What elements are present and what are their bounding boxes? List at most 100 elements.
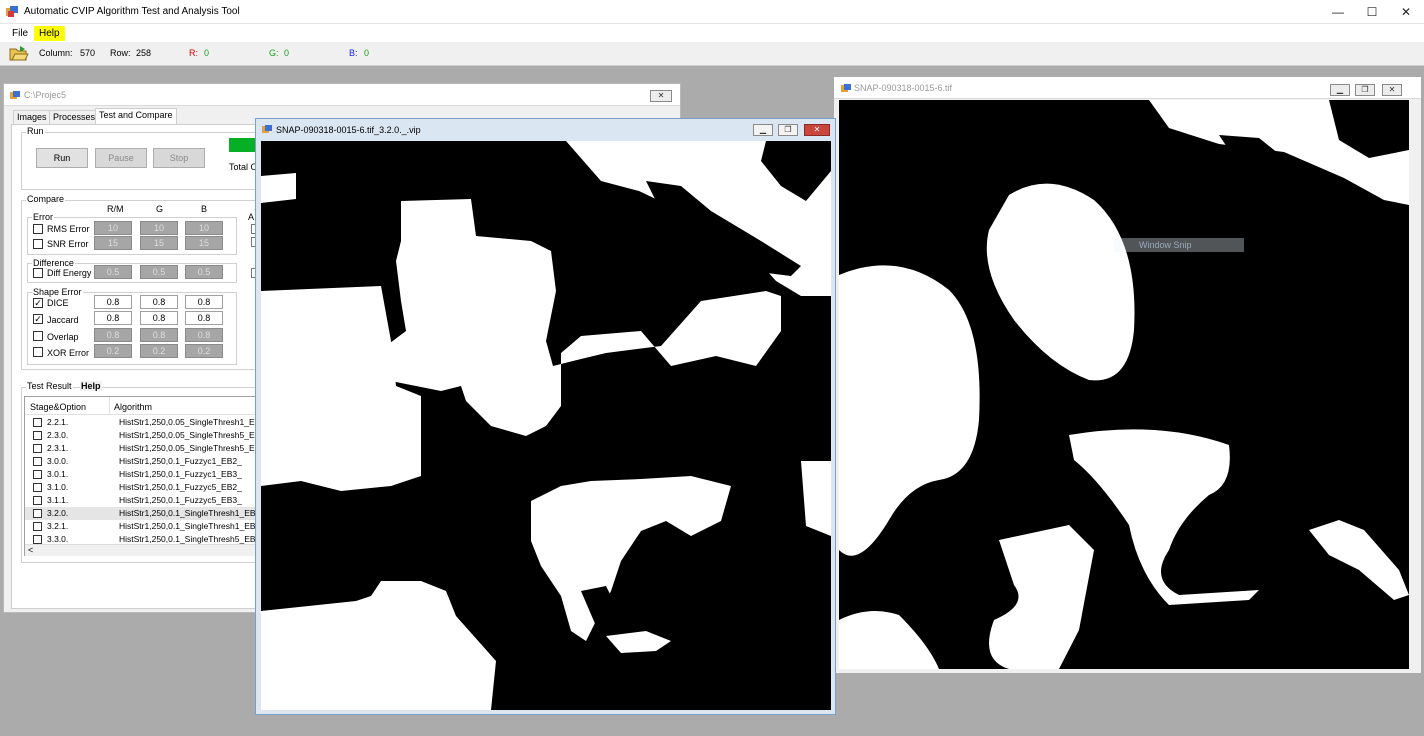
row-checkbox[interactable]	[33, 535, 42, 544]
jaccard-b-field[interactable]: 0.8	[185, 311, 223, 325]
row-stage: 3.2.1.	[47, 521, 69, 531]
table-row[interactable]: 3.1.1. HistStr1,250,0.1_Fuzzyc5_EB3_	[25, 494, 260, 507]
overlap-b-field[interactable]: 0.8	[185, 328, 223, 342]
xor-g-field[interactable]: 0.2	[140, 344, 178, 358]
row-checkbox[interactable]	[33, 457, 42, 466]
row-checkbox[interactable]	[33, 431, 42, 440]
rms-g-field[interactable]: 10	[140, 221, 178, 235]
header-divider	[109, 397, 110, 415]
jaccard-checkbox[interactable]: ✓	[33, 314, 43, 324]
menu-help[interactable]: Help	[34, 26, 65, 41]
table-row[interactable]: 3.2.1. HistStr1,250,0.1_SingleThresh1_EB3…	[25, 520, 265, 533]
row-checkbox[interactable]	[33, 418, 42, 427]
diff-checkbox[interactable]	[33, 268, 43, 278]
test-result-help[interactable]: Help	[80, 381, 102, 391]
col-header-rm: R/M	[107, 204, 124, 214]
overlap-checkbox[interactable]	[33, 331, 43, 341]
tif-close-button[interactable]: ✕	[1382, 84, 1402, 96]
snr-r-field[interactable]: 15	[94, 236, 132, 250]
b-value: 0	[364, 48, 370, 58]
snr-label: SNR Error	[47, 239, 89, 249]
diff-r-field[interactable]: 0.5	[94, 265, 132, 279]
table-row[interactable]: 3.2.0. HistStr1,250,0.1_SingleThresh1_EB2	[25, 507, 260, 520]
tab-images[interactable]: Images	[13, 110, 51, 124]
table-header: Stage&Option Algorithm	[25, 397, 265, 415]
open-folder-icon[interactable]	[9, 45, 29, 62]
toolbar: Column: 570 Row: 258 R: 0 G: 0 B: 0	[0, 42, 1424, 66]
rms-checkbox[interactable]	[33, 224, 43, 234]
row-checkbox[interactable]	[33, 509, 42, 518]
vip-close-button[interactable]: ✕	[804, 124, 830, 136]
jaccard-r-field[interactable]: 0.8	[94, 311, 132, 325]
snr-g-field[interactable]: 15	[140, 236, 178, 250]
overlap-r-field[interactable]: 0.8	[94, 328, 132, 342]
dice-r-field[interactable]: 0.8	[94, 295, 132, 309]
dice-b-field[interactable]: 0.8	[185, 295, 223, 309]
table-row[interactable]: 2.3.0. HistStr1,250,0.05_SingleThresh5_EB…	[25, 429, 265, 442]
project-window-titlebar: C:\Projec5 ✕	[4, 84, 680, 106]
segmentation-image-result[interactable]	[261, 141, 831, 710]
horizontal-scrollbar[interactable]: <	[25, 544, 265, 556]
table-row[interactable]: 2.3.1. HistStr1,250,0.05_SingleThresh5_EB…	[25, 442, 265, 455]
row-checkbox[interactable]	[33, 522, 42, 531]
xor-r-field[interactable]: 0.2	[94, 344, 132, 358]
segmentation-image-original[interactable]: Window Snip	[839, 100, 1409, 669]
scroll-left-icon[interactable]: <	[28, 545, 33, 555]
dice-g-field[interactable]: 0.8	[140, 295, 178, 309]
row-stage: 3.0.0.	[47, 456, 69, 466]
vip-maximize-button[interactable]: ❐	[778, 124, 798, 136]
g-label: G:	[269, 48, 279, 58]
row-checkbox[interactable]	[33, 496, 42, 505]
diff-g-field[interactable]: 0.5	[140, 265, 178, 279]
table-row[interactable]: 3.0.0. HistStr1,250,0.1_Fuzzyc1_EB2_	[25, 455, 260, 468]
snr-checkbox[interactable]	[33, 239, 43, 249]
row-stage: 3.0.1.	[47, 469, 69, 479]
close-button[interactable]: ✕	[1392, 4, 1420, 20]
b-label: B:	[349, 48, 358, 58]
table-row[interactable]: 3.0.1. HistStr1,250,0.1_Fuzzyc1_EB3_	[25, 468, 260, 481]
results-table: Stage&Option Algorithm 2.2.1. HistStr1,25…	[24, 396, 265, 556]
row-stage: 3.2.0.	[47, 508, 69, 518]
tab-test-and-compare[interactable]: Test and Compare	[95, 108, 177, 124]
overlap-g-field[interactable]: 0.8	[140, 328, 178, 342]
row-checkbox[interactable]	[33, 483, 42, 492]
tif-maximize-button[interactable]: ❐	[1355, 84, 1375, 96]
project-close-button[interactable]: ✕	[650, 90, 672, 102]
table-body: 2.2.1. HistStr1,250,0.05_SingleThresh1_EB…	[25, 416, 265, 546]
window-icon	[10, 91, 20, 99]
row-checkbox[interactable]	[33, 470, 42, 479]
row-checkbox[interactable]	[33, 444, 42, 453]
xor-b-field[interactable]: 0.2	[185, 344, 223, 358]
pause-button[interactable]: Pause	[95, 148, 147, 168]
maximize-button[interactable]: ☐	[1358, 4, 1386, 20]
col-header-g: G	[156, 204, 164, 214]
row-algorithm: HistStr1,250,0.1_SingleThresh5_EB2_	[119, 534, 266, 544]
tif-minimize-button[interactable]: ▁	[1330, 84, 1350, 96]
run-group-label: Run	[26, 126, 45, 136]
row-algorithm: HistStr1,250,0.1_Fuzzyc5_EB3_	[119, 495, 242, 505]
row-algorithm: HistStr1,250,0.05_SingleThresh1_EB3	[119, 417, 266, 427]
row-algorithm: HistStr1,250,0.1_Fuzzyc1_EB2_	[119, 456, 242, 466]
run-button[interactable]: Run	[36, 148, 88, 168]
table-row[interactable]: 3.1.0. HistStr1,250,0.1_Fuzzyc5_EB2_	[25, 481, 260, 494]
tab-processes[interactable]: Processes	[49, 110, 100, 124]
jaccard-g-field[interactable]: 0.8	[140, 311, 178, 325]
vip-window-titlebar: SNAP-090318-0015-6.tif_3.2.0._.vip ▁ ❐ ✕	[256, 119, 835, 141]
minimize-button[interactable]: —	[1324, 4, 1352, 20]
diff-b-field[interactable]: 0.5	[185, 265, 223, 279]
row-stage: 2.3.1.	[47, 443, 69, 453]
dice-checkbox[interactable]: ✓	[33, 298, 43, 308]
vip-minimize-button[interactable]: ▁	[753, 124, 773, 136]
rms-b-field[interactable]: 10	[185, 221, 223, 235]
header-algorithm[interactable]: Algorithm	[114, 402, 152, 412]
stop-button[interactable]: Stop	[153, 148, 205, 168]
header-stage[interactable]: Stage&Option	[30, 402, 86, 412]
g-value: 0	[284, 48, 290, 58]
difference-group-label: Difference	[32, 258, 75, 268]
column-label: Column:	[39, 48, 73, 58]
rms-r-field[interactable]: 10	[94, 221, 132, 235]
xor-checkbox[interactable]	[33, 347, 43, 357]
menu-file[interactable]: File	[7, 26, 33, 41]
snr-b-field[interactable]: 15	[185, 236, 223, 250]
table-row[interactable]: 2.2.1. HistStr1,250,0.05_SingleThresh1_EB…	[25, 416, 265, 429]
